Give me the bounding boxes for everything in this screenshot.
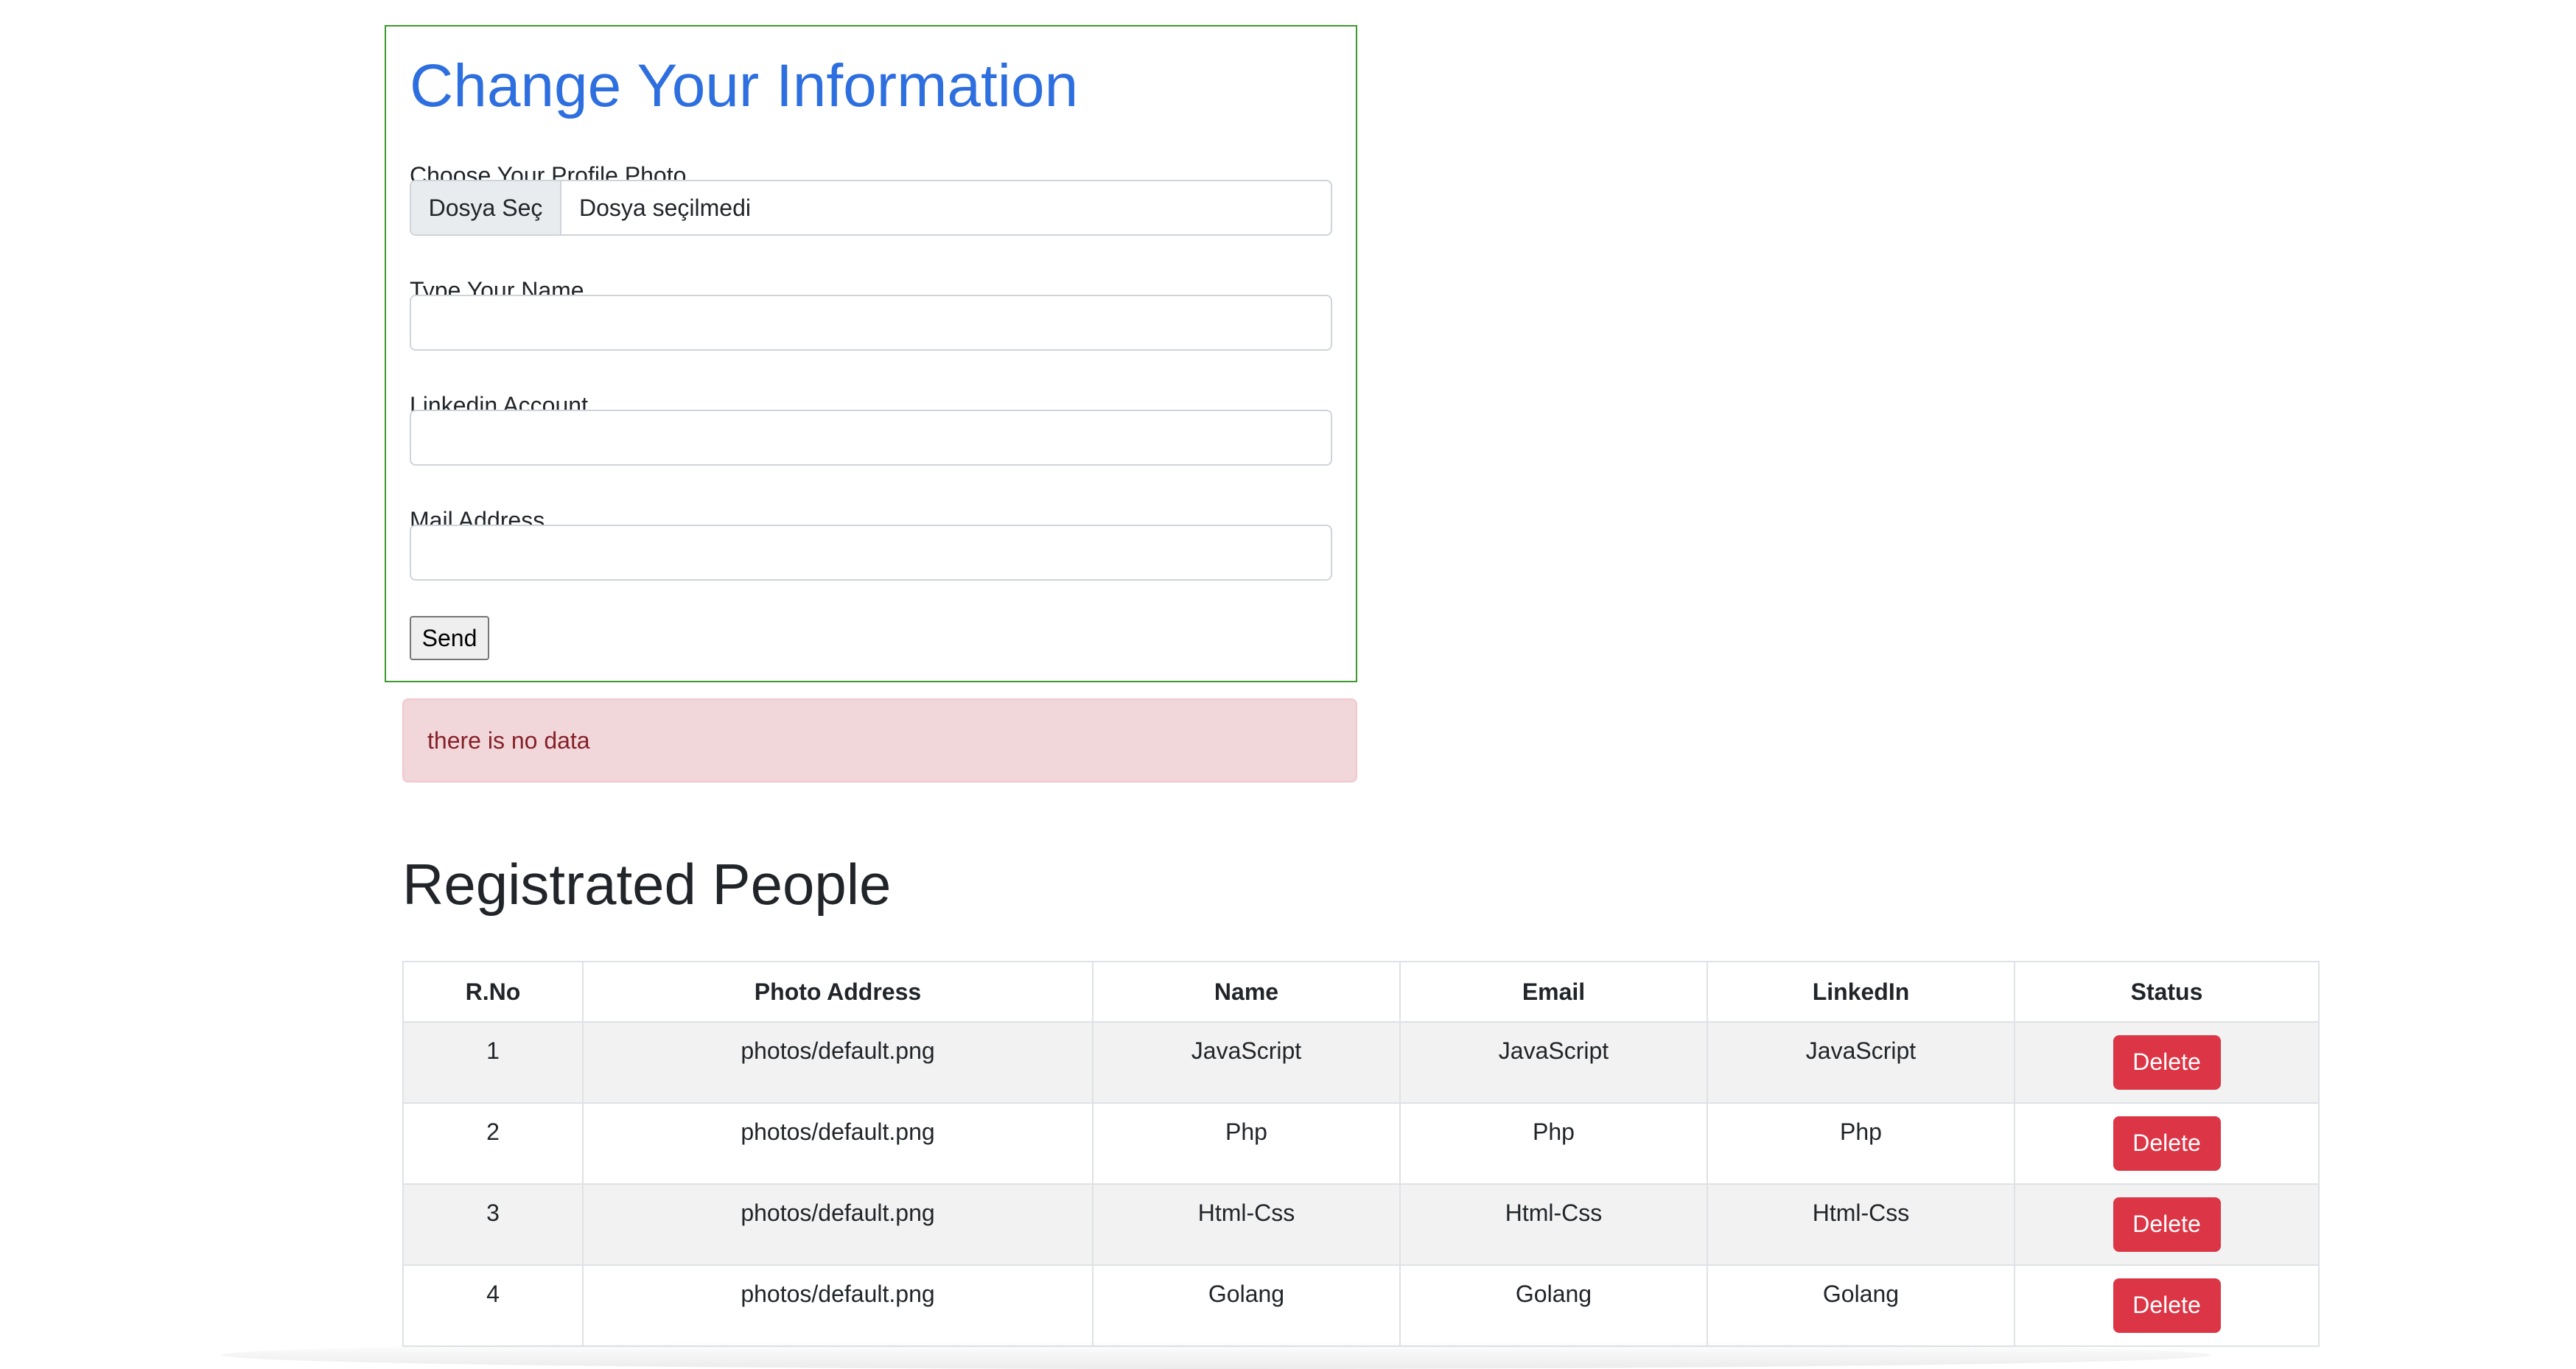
cell-rno: 2 — [402, 1102, 584, 1185]
registrated-people-title: Registrated People — [402, 852, 892, 917]
cell-photo-address: photos/default.png — [582, 1264, 1093, 1347]
cell-linkedin: Html-Css — [1707, 1183, 2015, 1266]
no-data-alert: there is no data — [402, 698, 1357, 782]
cell-rno: 4 — [402, 1264, 584, 1347]
cell-rno: 3 — [402, 1183, 584, 1266]
cell-photo-address: photos/default.png — [582, 1021, 1093, 1104]
cell-email: JavaScript — [1399, 1021, 1708, 1104]
cell-linkedin: JavaScript — [1707, 1021, 2015, 1104]
cell-name: Golang — [1092, 1264, 1401, 1347]
table-row: 2 photos/default.png Php Php Php Delete — [402, 1102, 2320, 1185]
table-row: 4 photos/default.png Golang Golang Golan… — [402, 1264, 2320, 1347]
mail-input[interactable] — [410, 525, 1332, 581]
delete-button[interactable]: Delete — [2113, 1278, 2221, 1333]
column-header-status: Status — [2014, 961, 2320, 1023]
column-header-photo-address: Photo Address — [582, 961, 1093, 1023]
cell-linkedin: Php — [1707, 1102, 2015, 1185]
form-title: Change Your Information — [410, 52, 1079, 119]
table-row: 1 photos/default.png JavaScript JavaScri… — [402, 1021, 2320, 1104]
delete-button[interactable]: Delete — [2113, 1116, 2221, 1171]
table-row: 3 photos/default.png Html-Css Html-Css H… — [402, 1183, 2320, 1266]
cell-email: Golang — [1399, 1264, 1708, 1347]
cell-name: Php — [1092, 1102, 1401, 1185]
cell-status: Delete — [2014, 1264, 2320, 1347]
change-info-form: Change Your Information Choose Your Prof… — [385, 25, 1357, 682]
choose-file-button[interactable]: Dosya Seç — [411, 181, 561, 234]
cell-status: Delete — [2014, 1102, 2320, 1185]
cell-linkedin: Golang — [1707, 1264, 2015, 1347]
cell-email: Html-Css — [1399, 1183, 1708, 1266]
cell-status: Delete — [2014, 1183, 2320, 1266]
window-bottom-shadow — [221, 1341, 2211, 1369]
linkedin-input[interactable] — [410, 410, 1332, 466]
cell-photo-address: photos/default.png — [582, 1183, 1093, 1266]
column-header-name: Name — [1092, 961, 1401, 1023]
cell-rno: 1 — [402, 1021, 584, 1104]
delete-button[interactable]: Delete — [2113, 1197, 2221, 1252]
cell-email: Php — [1399, 1102, 1708, 1185]
column-header-linkedin: LinkedIn — [1707, 961, 2015, 1023]
table-header-row: R.No Photo Address Name Email LinkedIn S… — [402, 961, 2320, 1023]
name-input[interactable] — [410, 295, 1332, 351]
cell-status: Delete — [2014, 1021, 2320, 1104]
file-status-text: Dosya seçilmedi — [579, 194, 751, 221]
cell-photo-address: photos/default.png — [582, 1102, 1093, 1185]
column-header-email: Email — [1399, 961, 1708, 1023]
column-header-rno: R.No — [402, 961, 584, 1023]
delete-button[interactable]: Delete — [2113, 1034, 2221, 1090]
cell-name: JavaScript — [1092, 1021, 1401, 1104]
profile-photo-file-input[interactable]: Dosya Seç Dosya seçilmedi — [410, 180, 1332, 236]
cell-name: Html-Css — [1092, 1183, 1401, 1266]
people-table: R.No Photo Address Name Email LinkedIn S… — [402, 961, 2320, 1347]
page: Change Your Information Choose Your Prof… — [0, 0, 2576, 1369]
send-button[interactable]: Send — [410, 616, 489, 660]
